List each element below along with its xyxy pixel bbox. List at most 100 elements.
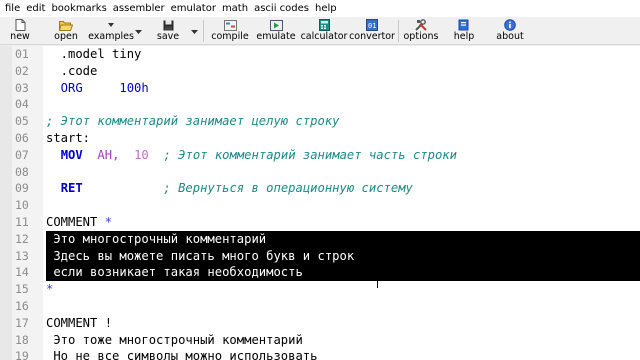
line-number: 16 — [15, 299, 29, 313]
label-text: start: — [46, 131, 91, 145]
register-token: AH, — [97, 147, 120, 162]
line-number: 06 — [15, 131, 29, 145]
code-text: .model tiny — [46, 47, 142, 61]
compile-icon — [223, 19, 237, 31]
menu-bar: file edit bookmarks assembler emulator m… — [0, 0, 640, 17]
options-button[interactable]: options — [401, 17, 441, 45]
menu-file[interactable]: file — [2, 0, 23, 17]
svg-text:01: 01 — [368, 22, 376, 30]
save-dropdown-icon[interactable] — [191, 29, 198, 35]
code-line: 17 COMMENT ! — [0, 315, 640, 332]
line-number: 15 — [15, 282, 29, 297]
info-icon — [503, 19, 517, 31]
new-button[interactable]: new — [2, 17, 38, 45]
line-number: 10 — [15, 198, 29, 213]
code-line: 11 COMMENT * — [0, 214, 640, 231]
line-number: 19 — [15, 349, 29, 360]
folder-open-icon — [59, 19, 73, 31]
line-number: 05 — [15, 114, 29, 129]
menu-bookmarks[interactable]: bookmarks — [48, 0, 109, 17]
emulate-button[interactable]: emulate — [254, 17, 298, 45]
code-text: MOV AH, 10 ; Этот комментарий занимает ч… — [46, 147, 457, 164]
comment-text: ; Этот комментарий занимает целую строку — [46, 114, 340, 129]
code-text: COMMENT ! — [46, 315, 113, 330]
code-text: ORG 100h — [46, 80, 149, 95]
code-line: 06 start: — [0, 130, 640, 147]
line-number: 04 — [15, 97, 29, 112]
calculator-icon — [317, 19, 331, 31]
code-line: 18 Это тоже многострочный комментарий — [0, 332, 640, 349]
code-line: 03 ORG 100h — [0, 80, 640, 97]
save-button[interactable]: save — [150, 17, 186, 45]
open-button[interactable]: open — [48, 17, 84, 45]
toolbar-separator — [398, 20, 399, 42]
code-line-selected: 12 Это многострочный комментарий — [0, 230, 640, 248]
calculator-button[interactable]: calculator — [301, 17, 347, 45]
code-text: COMMENT * — [46, 214, 112, 231]
code-line: 15 * — [0, 281, 640, 298]
examples-icon — [104, 19, 118, 31]
menu-assembler[interactable]: assembler — [110, 0, 168, 17]
options-label: options — [403, 31, 439, 42]
convertor-button[interactable]: 01 convertor — [349, 17, 395, 45]
menu-math[interactable]: math — [219, 0, 251, 17]
line-number: 17 — [15, 315, 29, 330]
code-line-selected: 14 если возникает такая необходимость — [0, 264, 640, 282]
directive-token: COMMENT — [46, 215, 98, 229]
line-number: 12 — [15, 231, 29, 246]
code-text: Это тоже многострочный комментарий — [46, 332, 303, 347]
convertor-icon: 01 — [365, 19, 379, 31]
menu-help[interactable]: help — [312, 0, 340, 17]
line-number: 08 — [15, 164, 29, 179]
save-disk-icon — [161, 19, 175, 31]
calculator-label: calculator — [300, 31, 348, 42]
line-number: 09 — [15, 181, 29, 196]
menu-ascii-codes[interactable]: ascii codes — [251, 0, 312, 17]
selected-text: Здесь вы можете писать много букв и стро… — [46, 248, 355, 263]
tools-icon — [414, 19, 428, 31]
menu-emulator[interactable]: emulator — [168, 0, 219, 17]
line-number: 18 — [15, 332, 29, 347]
examples-button[interactable]: examples — [88, 17, 134, 45]
code-line: 07 MOV AH, 10 ; Этот комментарий занимае… — [0, 147, 640, 164]
about-label: about — [496, 31, 524, 42]
emulate-label: emulate — [256, 31, 296, 42]
code-line: 04 — [0, 96, 640, 113]
toolbar: new open examples save compile emulate c… — [0, 17, 640, 45]
examples-label: examples — [88, 31, 134, 42]
convertor-label: convertor — [349, 31, 395, 42]
code-text: RET ; Вернуться в операционную систему — [46, 180, 413, 197]
number-token: 10 — [134, 147, 149, 162]
code-line: 02 .code — [0, 63, 640, 80]
selected-text: Это многострочный комментарий — [46, 231, 267, 246]
keyword-token: RET — [60, 181, 83, 196]
examples-dropdown-icon[interactable] — [135, 29, 142, 35]
delimiter-token: * — [46, 282, 54, 297]
menu-edit[interactable]: edit — [23, 0, 48, 17]
compile-label: compile — [211, 31, 249, 42]
help-button[interactable]: help — [446, 17, 482, 45]
code-line: 09 RET ; Вернуться в операционную систем… — [0, 180, 640, 197]
comment-token: ; Этот комментарий занимает часть строки — [163, 147, 457, 162]
line-number: 14 — [15, 265, 29, 280]
open-label: open — [54, 31, 78, 42]
new-file-icon — [13, 19, 27, 31]
keyword-token: MOV — [60, 147, 83, 162]
emulate-icon — [269, 19, 283, 31]
code-line: 19 Но не все символы можно использовать — [0, 348, 640, 360]
help-label: help — [453, 31, 475, 42]
text-cursor — [377, 275, 378, 288]
save-label: save — [156, 31, 180, 42]
code-line: 16 — [0, 298, 640, 315]
line-number: 02 — [15, 63, 29, 78]
comment-token: ; Вернуться в операционную систему — [163, 181, 413, 196]
line-number: 13 — [15, 248, 29, 263]
code-line-selected: 13 Здесь вы можете писать много букв и с… — [0, 247, 640, 265]
code-line: 08 — [0, 164, 640, 181]
about-button[interactable]: about — [490, 17, 530, 45]
code-line: 05 ; Этот комментарий занимает целую стр… — [0, 113, 640, 130]
help-book-icon — [457, 19, 471, 31]
code-editor[interactable]: 01 .model tiny 02 .code 03 ORG 100h 04 0… — [0, 46, 640, 360]
compile-button[interactable]: compile — [208, 17, 252, 45]
new-label: new — [10, 31, 30, 42]
